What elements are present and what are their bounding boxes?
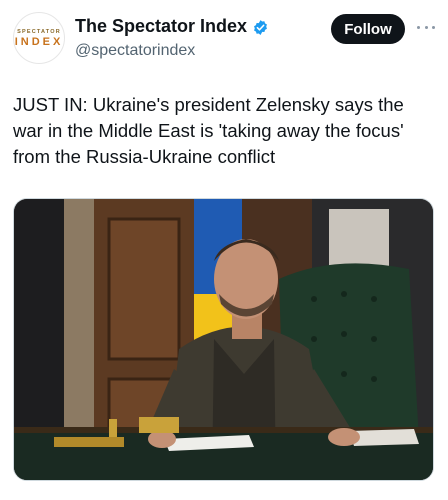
post-image[interactable] — [13, 198, 434, 481]
post-photo-illustration — [14, 199, 433, 480]
post-text: JUST IN: Ukraine's president Zelensky sa… — [13, 94, 404, 167]
verified-badge-icon — [254, 20, 267, 35]
author-handle[interactable]: @spectatorindex — [75, 42, 195, 60]
more-horizontal-icon[interactable] — [417, 26, 435, 30]
avatar-logo-top: SPECTATOR — [17, 29, 61, 35]
avatar[interactable]: SPECTATOR INDEX — [13, 12, 65, 64]
follow-button[interactable]: Follow — [331, 14, 405, 44]
post-header: SPECTATOR INDEX The Spectator Index @spe… — [13, 12, 435, 68]
avatar-logo-main: INDEX — [14, 36, 64, 48]
author-display-name[interactable]: The Spectator Index — [75, 16, 247, 37]
